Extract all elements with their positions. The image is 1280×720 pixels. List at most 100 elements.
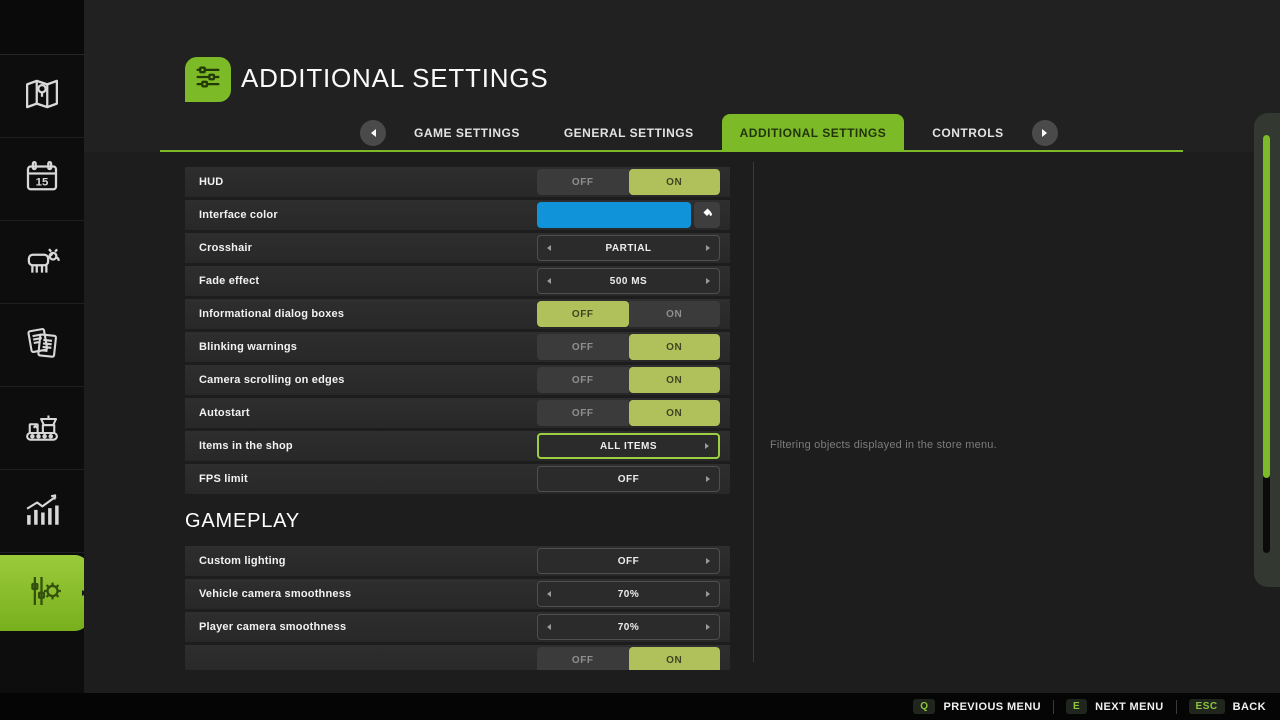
stepper-value: 500 MS [560, 276, 697, 287]
stepper-left-spacer [538, 549, 560, 573]
chevron-right-icon [705, 443, 709, 449]
tab-general-settings[interactable]: GENERAL SETTINGS [548, 114, 710, 152]
map-icon [21, 73, 63, 120]
settings-row: Fade effect 500 MS [185, 266, 730, 296]
setting-control: OFFON [537, 400, 720, 426]
setting-label: Custom lighting [185, 555, 537, 567]
toggle-on-button[interactable]: ON [629, 647, 721, 670]
scrollbar-thumb[interactable] [1263, 135, 1270, 478]
chevron-right-icon [706, 558, 710, 564]
footer-action-previous-menu[interactable]: Q PREVIOUS MENU [913, 699, 1041, 714]
toggle-blinking-warnings: OFFON [537, 334, 720, 360]
tabs-prev-button[interactable] [360, 120, 386, 146]
stepper-left-arrow[interactable] [538, 269, 560, 293]
toggle-on-button[interactable]: ON [629, 301, 721, 327]
footer-action-back[interactable]: ESCBACK [1189, 699, 1266, 714]
setting-label: Player camera smoothness [185, 621, 537, 633]
toggle-off-button[interactable]: OFF [537, 169, 629, 195]
stepper-left-arrow[interactable] [538, 615, 560, 639]
toggle-off-button[interactable]: OFF [537, 334, 629, 360]
toggle-on-button[interactable]: ON [629, 367, 721, 393]
settings-row: OFFON [185, 645, 730, 670]
toggle-on-button[interactable]: ON [629, 400, 721, 426]
page-title: ADDITIONAL SETTINGS [241, 63, 549, 94]
settings-row: Items in the shop ALL ITEMS [185, 431, 730, 461]
settings-row: HUDOFFON [185, 167, 730, 197]
sidebar-items: 15 [0, 55, 84, 631]
sidebar-item-production[interactable] [0, 387, 84, 470]
stepper-items-in-the-shop: ALL ITEMS [537, 433, 720, 459]
stepper-value: 70% [560, 589, 697, 600]
settings-row: Custom lighting OFF [185, 546, 730, 576]
tab-controls[interactable]: CONTROLS [916, 114, 1019, 152]
settings-screen: 15 ADDITIONAL SETTINGS GAME SETTINGS GENE… [0, 0, 1280, 720]
section-title-gameplay: GAMEPLAY [185, 508, 730, 534]
tabs-next-button[interactable] [1032, 120, 1058, 146]
tab-strip: GAME SETTINGS GENERAL SETTINGS ADDITIONAL … [360, 114, 1183, 152]
animals-icon [21, 239, 63, 286]
toggle-off-button[interactable]: OFF [537, 301, 629, 327]
stepper-right-arrow[interactable] [697, 269, 719, 293]
chevron-left-icon [547, 591, 551, 597]
stepper-left-spacer [539, 435, 561, 457]
stepper-right-arrow[interactable] [697, 467, 719, 491]
stepper-right-arrow[interactable] [697, 236, 719, 260]
toggle-off-button[interactable]: OFF [537, 367, 629, 393]
sidebar-item-settings[interactable] [0, 555, 89, 631]
toggle-setting: OFFON [537, 647, 720, 670]
stepper-crosshair: PARTIAL [537, 235, 720, 261]
sidebar-item-animals[interactable] [0, 221, 84, 304]
setting-label: Informational dialog boxes [185, 308, 537, 320]
stepper-value: OFF [560, 556, 697, 567]
toggle-off-button[interactable]: OFF [537, 647, 629, 670]
calendar-icon: 15 [21, 156, 63, 203]
settings-row: Player camera smoothness70% [185, 612, 730, 642]
footer-hotkey-bar: Q PREVIOUS MENU ENEXT MENU ESCBACK [0, 693, 1280, 720]
sliders-icon [191, 60, 225, 99]
sidebar-item-statistics[interactable] [0, 470, 84, 553]
additional-settings-leaf-icon [185, 57, 231, 102]
sidebar-item-contracts[interactable] [0, 304, 84, 387]
sidebar-item-calendar[interactable]: 15 [0, 138, 84, 221]
stepper-player-camera-smoothness: 70% [537, 614, 720, 640]
settings-list: HUDOFFONInterface colorCrosshairPARTIALF… [185, 167, 730, 670]
color-picker-button[interactable] [694, 202, 720, 228]
footer-action-label: PREVIOUS MENU [943, 701, 1041, 713]
toggle-on-button[interactable]: ON [629, 169, 721, 195]
stepper-left-arrow[interactable] [538, 582, 560, 606]
svg-text:15: 15 [36, 176, 49, 188]
stepper-value: ALL ITEMS [561, 441, 696, 452]
setting-label: Crosshair [185, 242, 537, 254]
setting-label: Fade effect [185, 275, 537, 287]
toggle-on-button[interactable]: ON [629, 334, 721, 360]
settings-row: FPS limitOFF [185, 464, 730, 494]
footer-action-next-menu[interactable]: ENEXT MENU [1066, 699, 1164, 714]
tab-additional-settings[interactable]: ADDITIONAL SETTINGS [722, 114, 905, 152]
production-icon [21, 405, 63, 452]
chevron-right-icon [706, 591, 710, 597]
sidebar: 15 [0, 0, 84, 693]
settings-row: Informational dialog boxesOFFON [185, 299, 730, 329]
sidebar-item-map[interactable] [0, 55, 84, 138]
scrollbar [1254, 113, 1280, 587]
setting-label: Items in the shop [185, 440, 537, 452]
settings-row: Camera scrolling on edgesOFFON [185, 365, 730, 395]
tab-game-settings[interactable]: GAME SETTINGS [398, 114, 536, 152]
interface-color-swatch[interactable] [537, 202, 691, 228]
setting-label: Blinking warnings [185, 341, 537, 353]
chevron-right-icon [706, 476, 710, 482]
setting-label: Camera scrolling on edges [185, 374, 537, 386]
stepper-left-spacer [538, 467, 560, 491]
settings-row: Interface color [185, 200, 730, 230]
chevron-right-icon [706, 624, 710, 630]
stepper-right-arrow[interactable] [696, 435, 718, 457]
stepper-right-arrow[interactable] [697, 582, 719, 606]
key-q: Q [913, 699, 935, 714]
stepper-left-arrow[interactable] [538, 236, 560, 260]
toggle-off-button[interactable]: OFF [537, 400, 629, 426]
setting-label: HUD [185, 176, 537, 188]
contracts-icon [21, 322, 63, 369]
stepper-right-arrow[interactable] [697, 615, 719, 639]
stepper-right-arrow[interactable] [697, 549, 719, 573]
settings-row: CrosshairPARTIAL [185, 233, 730, 263]
